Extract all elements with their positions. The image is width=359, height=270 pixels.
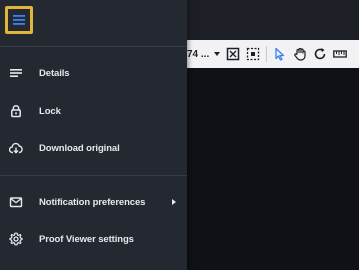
menu-divider [0, 175, 187, 176]
toolbar-divider [266, 46, 268, 62]
chevron-right-icon [172, 199, 176, 205]
menu-item-lock[interactable]: Lock [0, 96, 187, 126]
menu-item-label: Notification preferences [39, 196, 146, 208]
select-region-icon[interactable] [246, 47, 260, 61]
cloud-download-icon [9, 141, 23, 155]
hamburger-button[interactable] [5, 6, 33, 34]
fit-screen-icon[interactable] [226, 47, 240, 61]
menu-item-label: Proof Viewer settings [39, 233, 134, 245]
menu-item-download-original[interactable]: Download original [0, 133, 187, 163]
gear-icon [9, 232, 23, 246]
document-canvas [187, 68, 359, 270]
pan-hand-icon[interactable] [293, 47, 307, 61]
menu-item-details[interactable]: Details [0, 58, 187, 88]
menu-item-proof-viewer-settings[interactable]: Proof Viewer settings [0, 224, 187, 254]
ruler-icon[interactable] [333, 47, 348, 61]
zoom-select[interactable]: 74 ... [187, 44, 221, 64]
side-menu: Details Lock Download original Notificat… [0, 0, 187, 270]
viewer-toolbar: 74 ... [187, 40, 359, 68]
zoom-value: 74 ... [187, 48, 210, 60]
menu-item-label: Details [39, 67, 70, 79]
chevron-down-icon [214, 52, 221, 56]
rotate-icon[interactable] [313, 47, 327, 61]
hamburger-icon [13, 15, 25, 25]
pointer-icon[interactable] [273, 47, 287, 61]
details-lines-icon [9, 66, 23, 80]
lock-icon [9, 104, 23, 118]
menu-header [0, 0, 187, 47]
menu-item-label: Download original [39, 142, 120, 154]
mail-icon [9, 195, 23, 209]
menu-item-label: Lock [39, 105, 61, 117]
menu-item-notification-preferences[interactable]: Notification preferences [0, 187, 187, 217]
